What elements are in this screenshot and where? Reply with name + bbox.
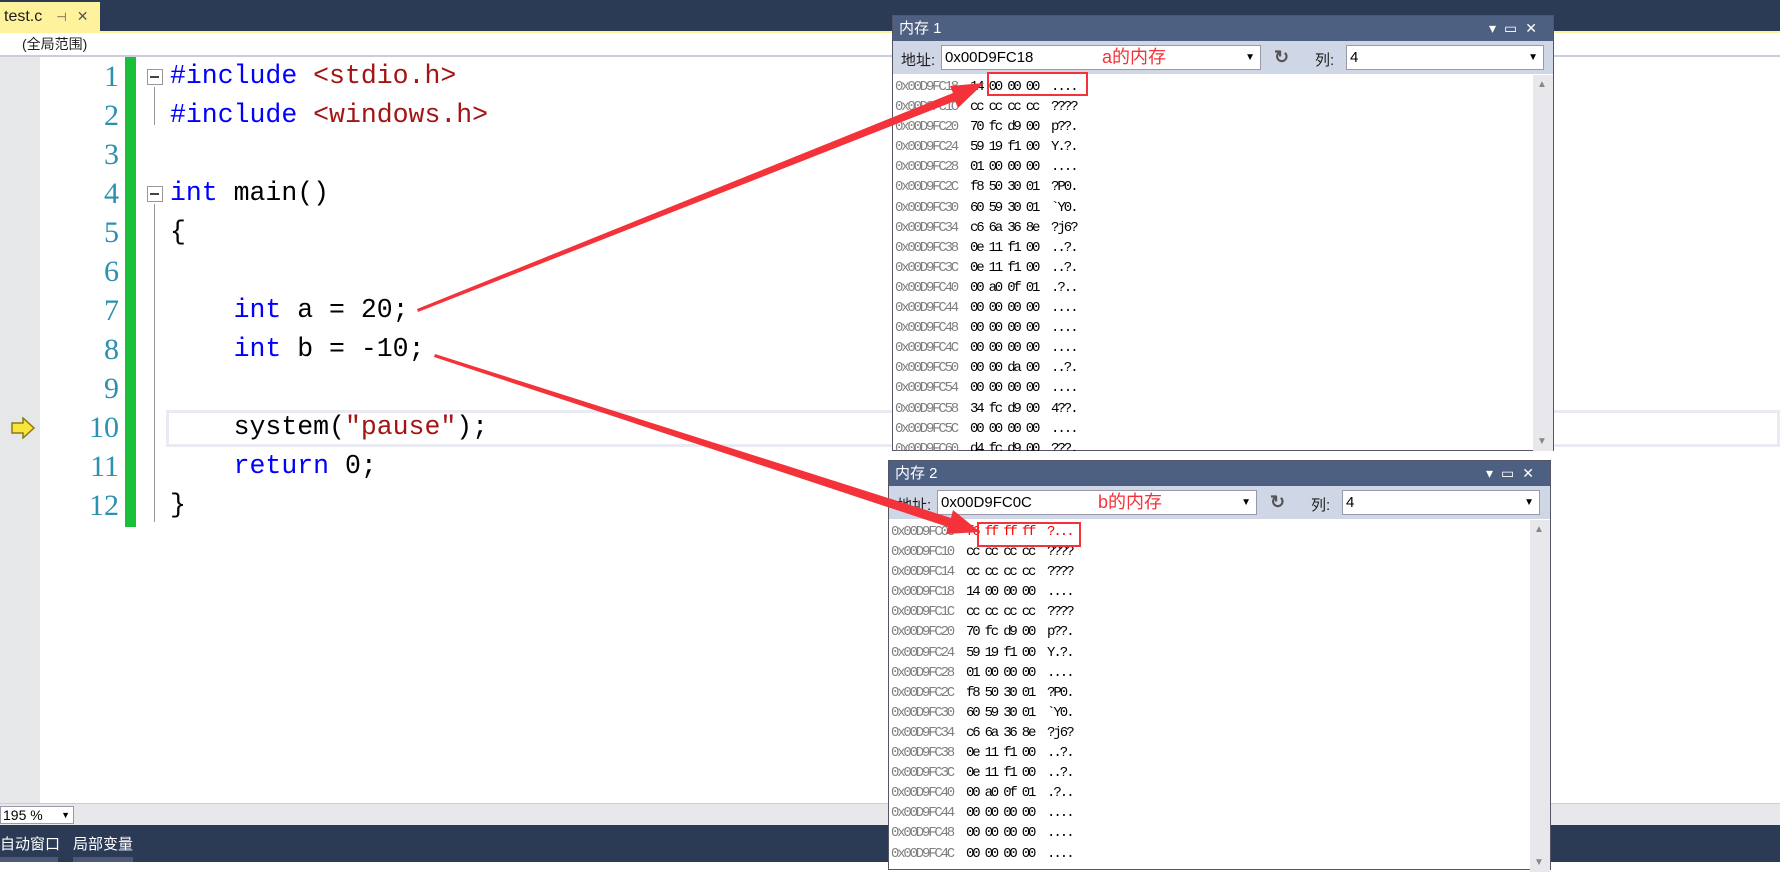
arrow-b-to-memory: [434, 354, 980, 534]
arrow-a-to-memory: [417, 83, 984, 312]
annotation-arrows: [417, 83, 984, 534]
